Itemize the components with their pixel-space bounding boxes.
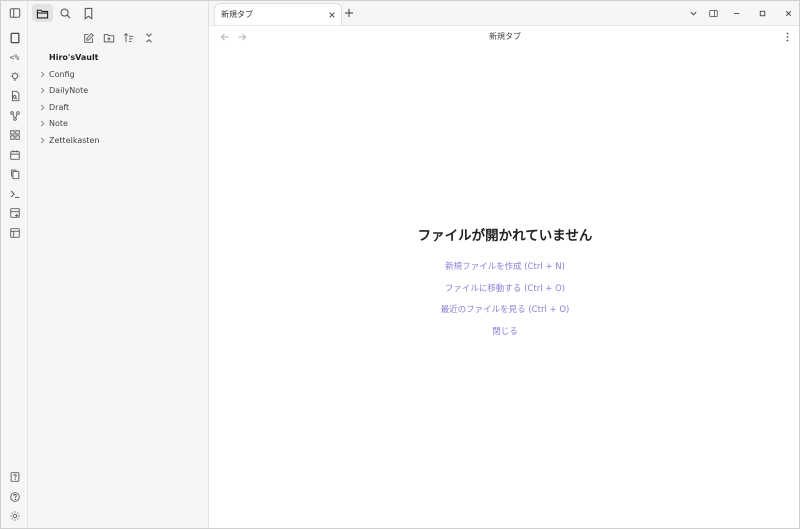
help-icon[interactable] <box>5 487 25 507</box>
empty-state-heading: ファイルが開かれていません <box>417 228 593 244</box>
copy-icon[interactable] <box>5 165 25 185</box>
layout-icon[interactable] <box>5 223 25 243</box>
terminal-icon[interactable] <box>5 184 25 204</box>
folder-item-zettelkasten[interactable]: Zettelkasten <box>36 132 206 149</box>
maximize-icon[interactable] <box>749 1 775 25</box>
lightbulb-icon[interactable] <box>5 67 25 87</box>
more-options-icon[interactable] <box>782 30 792 44</box>
empty-state-actions: 新規ファイルを作成 (Ctrl + N) ファイルに移動する (Ctrl + O… <box>209 257 799 344</box>
right-sidebar-toggle-icon[interactable] <box>703 1 723 25</box>
folder-item-dailynote[interactable]: DailyNote <box>36 83 206 100</box>
vault-name[interactable]: Hiro'sVault <box>49 53 99 62</box>
folder-label: Zettelkasten <box>49 135 100 145</box>
chevron-right-icon <box>36 87 49 94</box>
plus-icon[interactable] <box>342 6 356 20</box>
sidebar-toggle-icon[interactable] <box>5 3 25 23</box>
file-explorer-sidebar: Hiro'sVault Config DailyNote Draft Note … <box>28 1 209 528</box>
search-icon[interactable] <box>55 4 76 22</box>
settings-icon[interactable] <box>5 507 25 527</box>
folder-label: DailyNote <box>49 86 89 96</box>
chevron-down-icon[interactable] <box>683 1 703 25</box>
new-note-icon[interactable] <box>80 29 97 47</box>
file-search-icon[interactable] <box>5 87 25 107</box>
sidebar-tab-bar <box>28 1 209 25</box>
kanban-icon[interactable] <box>5 204 25 224</box>
file-tree: Config DailyNote Draft Note Zettelkasten <box>36 66 206 149</box>
graph-icon[interactable] <box>5 106 25 126</box>
close-link[interactable]: 閉じる <box>209 322 799 344</box>
folder-icon[interactable] <box>32 4 53 22</box>
window-controls <box>683 1 799 25</box>
chevron-right-icon <box>36 137 49 144</box>
folder-label: Config <box>49 69 75 79</box>
folder-label: Note <box>49 119 68 129</box>
view-title: 新規タブ <box>489 32 521 41</box>
templater-icon[interactable]: <% <box>5 48 25 68</box>
window-close-icon[interactable] <box>775 1 799 25</box>
tab-label: 新規タブ <box>221 10 253 19</box>
chevron-right-icon <box>36 104 49 111</box>
chevron-right-icon <box>36 71 49 78</box>
folder-label: Draft <box>49 102 70 112</box>
new-folder-icon[interactable] <box>100 29 117 47</box>
recent-files-link[interactable]: 最近のファイルを見る (Ctrl + O) <box>209 300 799 322</box>
sort-icon[interactable] <box>120 29 137 47</box>
chevron-right-icon <box>36 120 49 127</box>
tab-bar: 新規タブ <box>209 1 799 25</box>
folder-item-draft[interactable]: Draft <box>36 99 206 116</box>
file-explorer-actions <box>80 29 157 47</box>
editor-view: 新規タブ ファイルが開かれていません 新規ファイルを作成 (Ctrl + N) … <box>209 25 799 528</box>
grid-icon[interactable] <box>5 126 25 146</box>
ribbon: <% <box>1 1 28 528</box>
file-icon[interactable] <box>5 28 25 48</box>
tab-new-tab[interactable]: 新規タブ <box>214 3 342 25</box>
calendar-icon[interactable] <box>5 145 25 165</box>
empty-state: ファイルが開かれていません 新規ファイルを作成 (Ctrl + N) ファイルに… <box>209 224 799 344</box>
help-book-icon[interactable] <box>5 468 25 488</box>
app-window: <% Hiro'sVault Config DailyNote Draft No… <box>0 0 800 529</box>
folder-item-config[interactable]: Config <box>36 66 206 83</box>
minimize-icon[interactable] <box>723 1 749 25</box>
folder-item-note[interactable]: Note <box>36 116 206 133</box>
close-icon[interactable] <box>325 8 339 22</box>
main-area: 新規タブ 新規タブ ファイルが開かれていません 新規ファイルを作成 (Ctrl … <box>209 1 799 528</box>
view-header: 新規タブ <box>209 26 799 48</box>
templater-label: <% <box>9 52 20 62</box>
go-to-file-link[interactable]: ファイルに移動する (Ctrl + O) <box>209 279 799 301</box>
collapse-icon[interactable] <box>140 29 157 47</box>
create-new-file-link[interactable]: 新規ファイルを作成 (Ctrl + N) <box>209 257 799 279</box>
bookmark-icon[interactable] <box>78 4 99 22</box>
